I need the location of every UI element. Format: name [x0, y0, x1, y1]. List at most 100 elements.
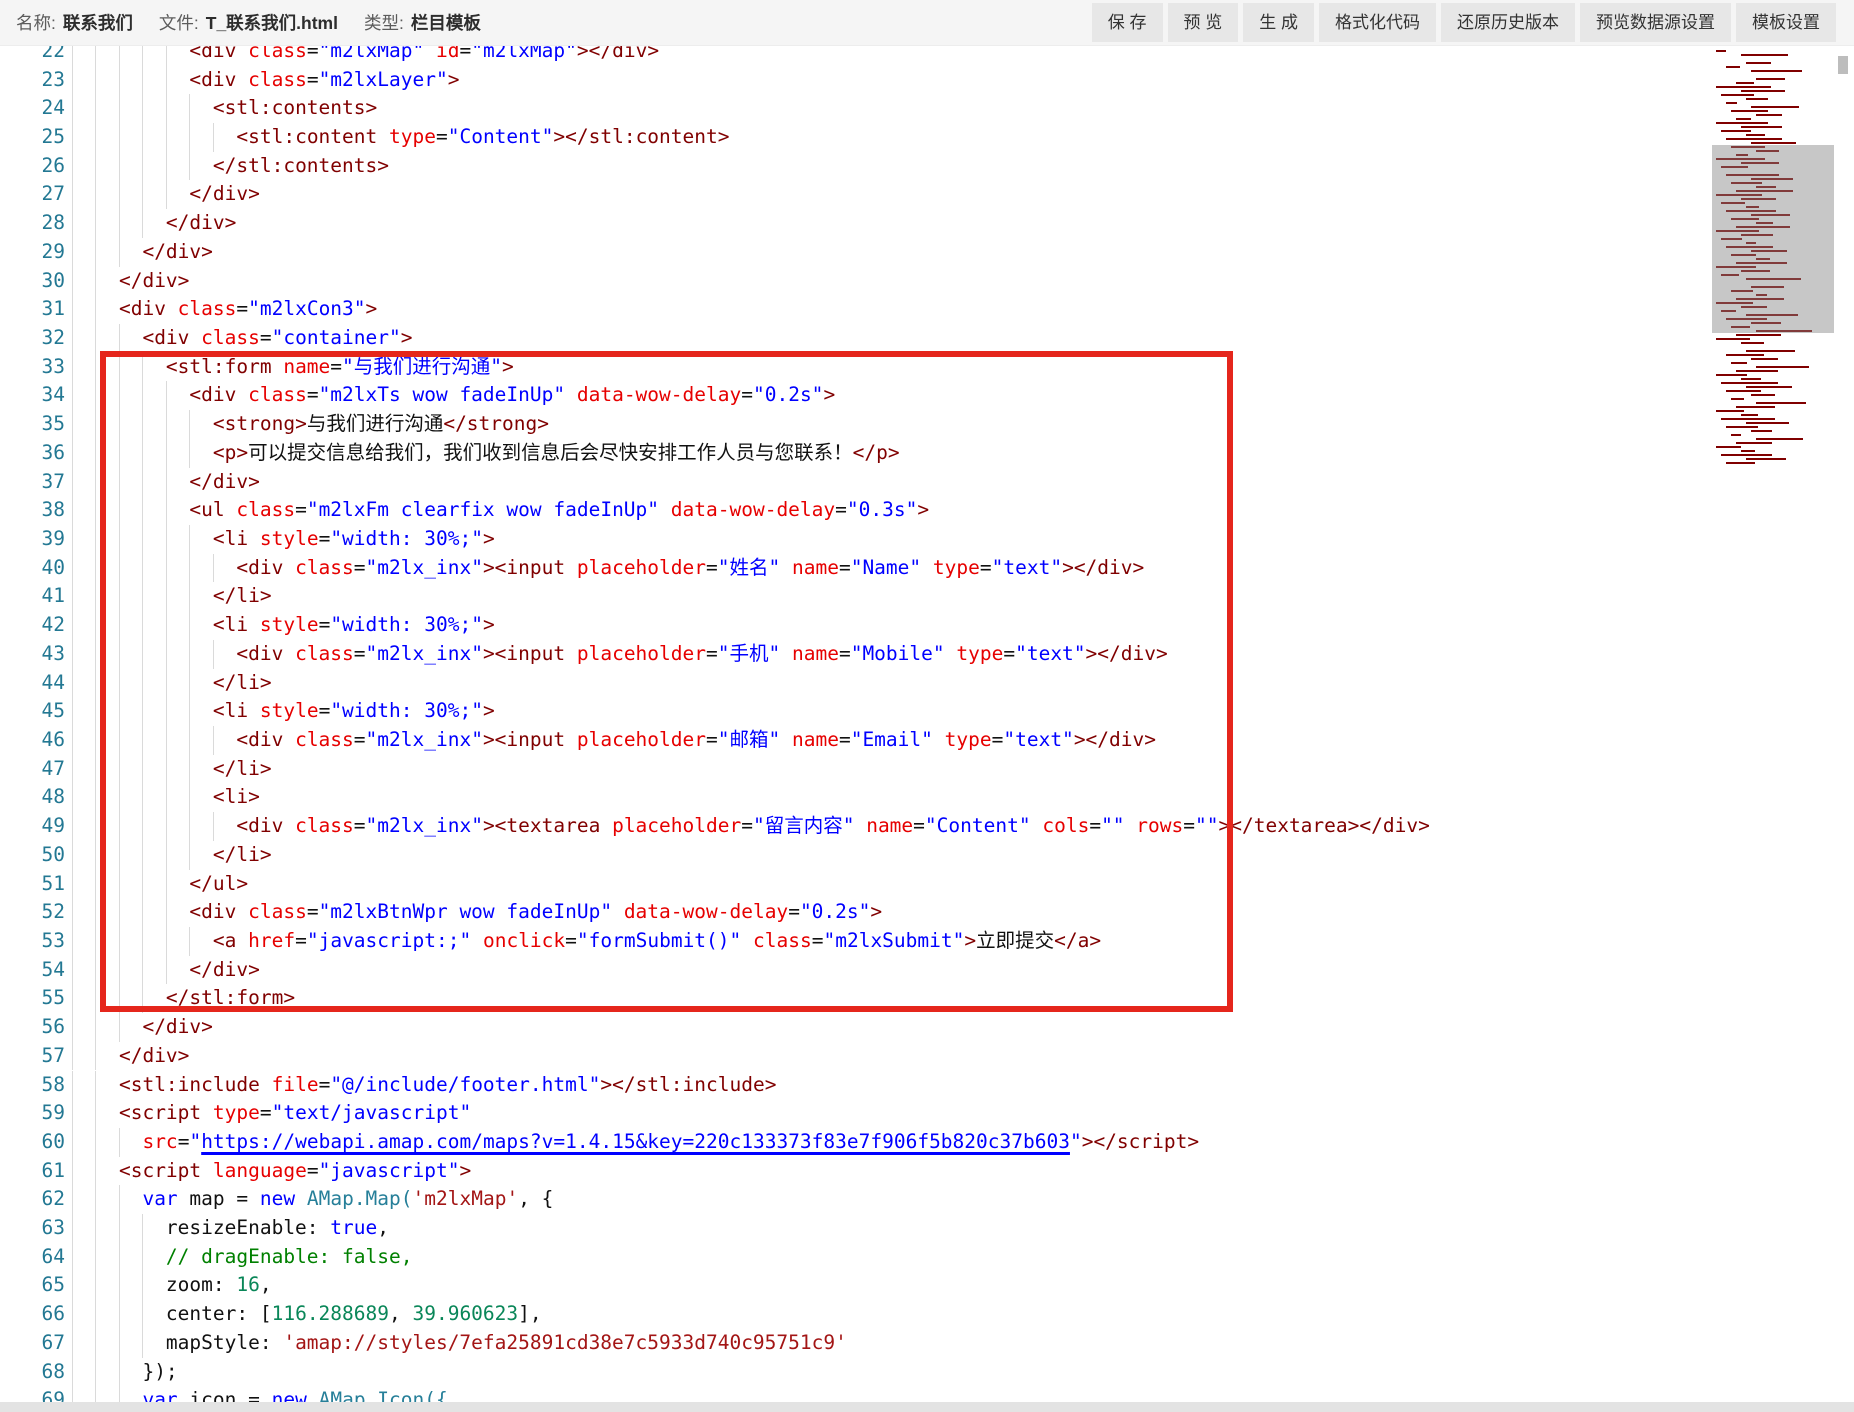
token-val: "m2lxMap" — [319, 46, 425, 62]
code-line: 40 <div class="m2lx_inx"><input placehol… — [0, 554, 1854, 583]
token-txt — [780, 642, 792, 665]
token-tag: <div — [189, 383, 248, 406]
token-val: "Content" — [925, 814, 1031, 837]
token-tag: <stl:form — [166, 355, 283, 378]
line-number: 30 — [0, 267, 65, 296]
minimap-viewport[interactable] — [1712, 145, 1834, 333]
restore-history-button[interactable]: 还原历史版本 — [1441, 3, 1575, 42]
code-text: </div> — [72, 238, 213, 267]
minimap-token — [1736, 442, 1772, 444]
code-text: <stl:content type="Content"></stl:conten… — [72, 123, 730, 152]
token-val: "m2lxTs wow fadeInUp" — [319, 383, 566, 406]
code-line: 39 <li style="width: 30%;"> — [0, 525, 1854, 554]
token-txt: = — [741, 383, 753, 406]
line-number: 52 — [0, 898, 65, 927]
token-tag: <div — [189, 46, 248, 62]
minimap-token — [1751, 394, 1775, 396]
token-val: "m2lxSubmit" — [823, 929, 964, 952]
minimap-token — [1736, 118, 1751, 120]
token-tag: ></div> — [577, 46, 659, 62]
preview-datasource-button[interactable]: 预览数据源设置 — [1580, 3, 1731, 42]
code-line: 38 <ul class="m2lxFm clearfix wow fadeIn… — [0, 496, 1854, 525]
minimap-token — [1741, 450, 1755, 452]
code-line: 44 </li> — [0, 669, 1854, 698]
token-txt — [471, 929, 483, 952]
token-val: "width: 30%;" — [330, 527, 483, 550]
code-text: <div class="m2lxMap" id="m2lxMap"></div> — [72, 46, 659, 66]
token-attr: data-wow-delay — [671, 498, 835, 521]
code-line: 58 <stl:include file="@/include/footer.h… — [0, 1071, 1854, 1100]
template-settings-button[interactable]: 模板设置 — [1736, 3, 1836, 42]
token-val: "" — [1195, 814, 1218, 837]
line-number: 44 — [0, 669, 65, 698]
token-attr: placeholder — [577, 556, 706, 579]
line-number: 64 — [0, 1243, 65, 1272]
code-text: <strong>与我们进行沟通</strong> — [72, 410, 549, 439]
code-line: 52 <div class="m2lxBtnWpr wow fadeInUp" … — [0, 898, 1854, 927]
line-number: 26 — [0, 152, 65, 181]
token-tag: > — [483, 527, 495, 550]
code-line: 36 <p>可以提交信息给我们，我们收到信息后会尽快安排工作人员与您联系！</p… — [0, 439, 1854, 468]
token-val: "container" — [272, 326, 401, 349]
code-editor[interactable]: 22 <div class="m2lxMap" id="m2lxMap"></d… — [0, 46, 1854, 1412]
token-attr: src — [142, 1130, 177, 1153]
vertical-scrollbar-thumb[interactable] — [1838, 56, 1848, 74]
preview-button[interactable]: 预 览 — [1168, 3, 1239, 42]
line-number: 41 — [0, 582, 65, 611]
minimap-token — [1731, 110, 1768, 112]
generate-button[interactable]: 生 成 — [1243, 3, 1314, 42]
code-line: 29 </div> — [0, 238, 1854, 267]
token-val: "m2lx_inx" — [366, 642, 483, 665]
token-tag: </div> — [189, 958, 259, 981]
line-number: 68 — [0, 1358, 65, 1387]
minimap-token — [1746, 62, 1771, 64]
minimap-token — [1716, 86, 1771, 88]
code-line: 26 </stl:contents> — [0, 152, 1854, 181]
token-attr: language — [213, 1159, 307, 1182]
code-text: </ul> — [72, 870, 248, 899]
code-text: </div> — [72, 209, 236, 238]
code-text: <p>可以提交信息给我们，我们收到信息后会尽快安排工作人员与您联系！</p> — [72, 439, 900, 468]
line-number: 50 — [0, 841, 65, 870]
code-text: <a href="javascript:;" onclick="formSubm… — [72, 927, 1101, 956]
token-tag: > — [870, 900, 882, 923]
minimap[interactable] — [1712, 46, 1834, 496]
token-tag: <div — [236, 642, 295, 665]
code-line: 35 <strong>与我们进行沟通</strong> — [0, 410, 1854, 439]
token-tag: ><input — [483, 728, 577, 751]
code-line: 48 <li> — [0, 783, 1854, 812]
code-line: 37 </div> — [0, 468, 1854, 497]
line-number: 38 — [0, 496, 65, 525]
minimap-token — [1746, 350, 1795, 352]
token-txt: = — [436, 125, 448, 148]
token-tag: <div — [236, 728, 295, 751]
token-txt: = — [260, 326, 272, 349]
format-code-button[interactable]: 格式化代码 — [1319, 3, 1436, 42]
minimap-token — [1716, 338, 1750, 340]
line-number: 36 — [0, 439, 65, 468]
token-tag: <li> — [213, 785, 260, 808]
token-attr: type — [389, 125, 436, 148]
token-tag: ></stl:content> — [553, 125, 729, 148]
token-val: "" — [1101, 814, 1124, 837]
token-tag: </div> — [189, 470, 259, 493]
line-number: 45 — [0, 697, 65, 726]
code-text: <div class="container"> — [72, 324, 413, 353]
token-val: "m2lxMap" — [471, 46, 577, 62]
line-number: 23 — [0, 66, 65, 95]
line-number: 67 — [0, 1329, 65, 1358]
token-txt — [945, 642, 957, 665]
save-button[interactable]: 保 存 — [1092, 3, 1163, 42]
line-number: 51 — [0, 870, 65, 899]
token-tag: ></div> — [1086, 642, 1168, 665]
minimap-token — [1726, 462, 1755, 464]
token-tag: <li — [213, 613, 260, 636]
token-tag: </li> — [213, 584, 272, 607]
code-text: </div> — [72, 1042, 189, 1071]
token-txt: = — [319, 699, 331, 722]
token-tag: <li — [213, 699, 260, 722]
token-txt: = — [295, 498, 307, 521]
horizontal-scrollbar[interactable] — [0, 1402, 1854, 1412]
line-number: 43 — [0, 640, 65, 669]
code-text: <li style="width: 30%;"> — [72, 697, 495, 726]
